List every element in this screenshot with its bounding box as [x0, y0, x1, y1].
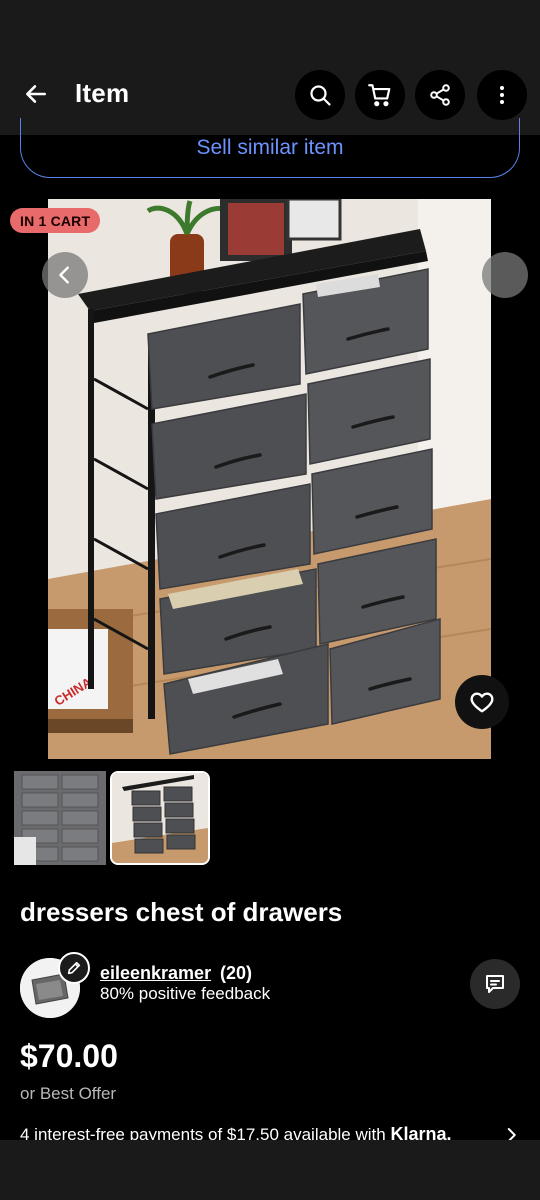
pencil-icon — [67, 961, 81, 975]
seller-feedback: 80% positive feedback — [100, 984, 271, 1003]
cart-button[interactable] — [355, 70, 405, 120]
item-price: $70.00 — [20, 1038, 118, 1074]
search-button[interactable] — [295, 70, 345, 120]
add-to-watchlist-button[interactable] — [455, 675, 509, 729]
previous-image-button[interactable] — [42, 252, 88, 298]
product-photo[interactable]: CHINA — [48, 199, 491, 759]
thumbnail-1[interactable] — [14, 771, 106, 865]
status-bar — [0, 0, 540, 56]
more-vertical-icon — [500, 86, 504, 104]
arrow-left-icon — [26, 85, 46, 103]
chevron-right-icon — [507, 1128, 516, 1140]
back-button[interactable] — [18, 76, 54, 112]
contact-seller-button[interactable] — [470, 959, 520, 1009]
bottom-navigation-bar — [0, 1140, 540, 1200]
edit-avatar-button[interactable] — [58, 952, 90, 984]
sell-similar-button[interactable]: Sell similar item — [20, 118, 520, 178]
installments-description: 4 interest-free payments of $17.50 avail… — [20, 1125, 386, 1140]
thumbnail-2[interactable] — [110, 771, 210, 865]
klarna-logo: Klarna. — [390, 1124, 452, 1140]
search-icon — [310, 85, 331, 106]
page-title: Item — [75, 78, 130, 108]
seller-rating-count: (20) — [220, 963, 253, 983]
item-title: dressers chest of drawers — [20, 897, 343, 927]
best-offer-label: or Best Offer — [20, 1084, 117, 1103]
share-icon — [430, 84, 450, 106]
installments-row[interactable]: 4 interest-free payments of $17.50 avail… — [0, 1122, 540, 1140]
seller-name-link[interactable]: eileenkramer — [100, 963, 211, 984]
image-gallery[interactable]: CHINA IN 1 CART — [0, 199, 540, 759]
share-button[interactable] — [415, 70, 465, 120]
in-cart-badge: IN 1 CART — [10, 208, 101, 233]
cart-icon — [368, 84, 391, 107]
message-icon — [486, 975, 504, 993]
chevron-left-icon — [59, 266, 69, 284]
next-image-button[interactable] — [482, 252, 528, 298]
installments-text: 4 interest-free payments of $17.50 avail… — [20, 1124, 451, 1140]
sell-similar-label: Sell similar item — [196, 136, 344, 159]
more-options-button[interactable] — [477, 70, 527, 120]
heart-icon — [470, 692, 494, 713]
seller-info: eileenkramer (20) 80% positive feedback — [20, 952, 520, 1022]
